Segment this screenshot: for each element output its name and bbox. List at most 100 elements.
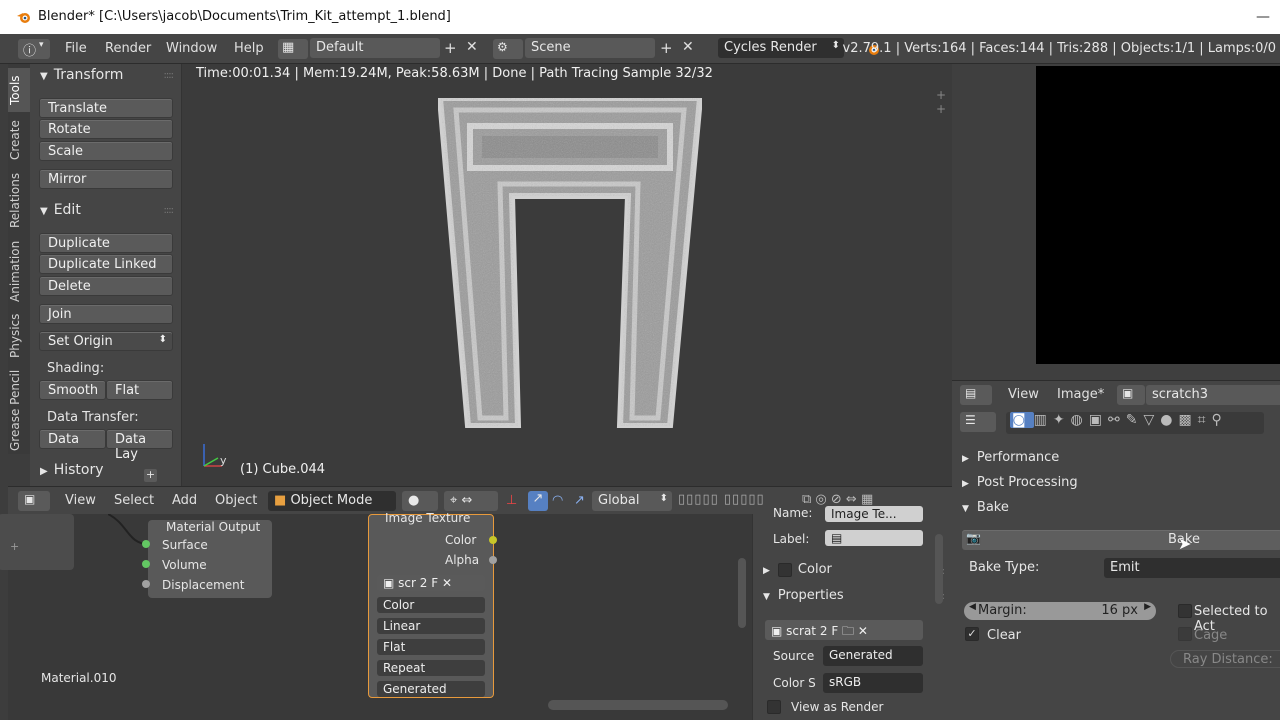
horizontal-scrollbar[interactable] — [548, 700, 728, 710]
projection-select[interactable]: Flat — [377, 639, 485, 655]
node-editor[interactable]: + Material Output Surface Volume Displac… — [0, 511, 752, 720]
interaction-mode-select[interactable]: ■ Object Mode — [268, 491, 396, 511]
add-socket-icon[interactable]: + — [10, 540, 19, 553]
scene-icon-button[interactable]: ⚙ — [493, 39, 523, 59]
smooth-button[interactable]: Smooth — [39, 380, 106, 400]
cage-checkbox[interactable] — [1178, 627, 1192, 641]
bake-button[interactable]: 📷 Bake — [962, 530, 1280, 550]
join-button[interactable]: Join — [39, 304, 173, 324]
ray-distance-field[interactable]: Ray Distance: — [1170, 650, 1280, 668]
tab-animation[interactable]: Animation — [8, 236, 30, 306]
performance-panel-header[interactable]: ▶ Performance — [962, 450, 1059, 465]
menu-help[interactable]: Help — [234, 41, 264, 56]
flat-button[interactable]: Flat — [106, 380, 173, 400]
menu-add[interactable]: Add — [172, 493, 197, 508]
color-space-select[interactable]: Color — [377, 597, 485, 613]
source-select[interactable]: Generated — [377, 681, 485, 697]
close-image-icon[interactable]: ✕ — [858, 624, 868, 638]
bake-panel-header[interactable]: ▼ Bake — [962, 500, 1009, 515]
increment-arrow-icon[interactable]: ▶ — [1144, 602, 1151, 612]
screen-layout-icon-button[interactable]: ▦ — [278, 39, 308, 59]
close-layout-icon[interactable]: ✕ — [466, 39, 478, 55]
material-output-node[interactable]: Material Output Surface Volume Displacem… — [148, 520, 272, 598]
pivot-select[interactable]: ⌖ ⇔ — [444, 491, 498, 511]
duplicate-linked-button[interactable]: Duplicate Linked — [39, 254, 173, 274]
viewport-shading-select[interactable]: ● — [402, 491, 438, 511]
menu-view[interactable]: View — [1008, 387, 1039, 402]
menu-window[interactable]: Window — [166, 41, 217, 56]
editor-type-image-button[interactable]: ▤ — [960, 385, 992, 405]
menu-file[interactable]: File — [65, 41, 87, 56]
translate-manipulator-icon[interactable]: ↗ — [528, 491, 548, 511]
close-scene-icon[interactable]: ✕ — [682, 39, 694, 55]
rotate-button[interactable]: Rotate — [39, 119, 173, 139]
vertical-scrollbar[interactable] — [738, 558, 746, 628]
displacement-socket[interactable] — [142, 580, 150, 588]
folder-icon[interactable]: 🗀 — [842, 624, 854, 638]
data-layout-button[interactable]: Data Lay — [106, 429, 173, 462]
editor-type-properties-button[interactable]: ☰ — [960, 412, 996, 432]
duplicate-button[interactable]: Duplicate — [39, 233, 173, 253]
color-space-select-props[interactable]: sRGB — [823, 673, 923, 693]
source-select-props[interactable]: Generated — [823, 646, 923, 666]
scale-button[interactable]: Scale — [39, 141, 173, 161]
manipulator-icon[interactable]: ⊥ — [506, 493, 517, 508]
tab-physics[interactable]: Physics — [8, 310, 30, 362]
image-datablock-props[interactable]: ▣ scrat 2 F 🗀 ✕ — [765, 620, 923, 640]
color-output-socket[interactable] — [489, 536, 497, 544]
color-panel-header[interactable]: ▶ Color — [763, 562, 832, 577]
decrement-arrow-icon[interactable]: ◀ — [969, 602, 976, 612]
close-image-icon[interactable]: ✕ — [442, 576, 452, 590]
tab-relations[interactable]: Relations — [8, 168, 30, 232]
add-scene-icon[interactable]: + — [660, 39, 673, 57]
editor-type-info-button[interactable]: ⓘ ▾ — [18, 39, 50, 59]
history-panel-header[interactable]: ▶ History — [40, 462, 104, 478]
node-label-field[interactable]: ▤ — [825, 530, 923, 546]
add-layout-icon[interactable]: + — [444, 39, 457, 57]
transform-panel-header[interactable]: ▼ Transform — [40, 67, 123, 83]
selected-to-active-checkbox[interactable] — [1178, 604, 1192, 618]
color-panel-checkbox[interactable] — [777, 562, 792, 577]
drag-grip-icon[interactable]: :::: — [164, 205, 175, 216]
translate-button[interactable]: Translate — [39, 98, 173, 118]
mirror-button[interactable]: Mirror — [39, 169, 173, 189]
image-name-field[interactable]: scratch3 — [1146, 385, 1280, 405]
props-scrollbar[interactable] — [935, 534, 943, 604]
image-browse-button[interactable]: ▣ — [1117, 385, 1145, 405]
rotate-manipulator-icon[interactable]: ◠ — [552, 493, 563, 508]
editor-type-3d-button[interactable]: ▣ — [18, 491, 50, 511]
node-name-field[interactable]: Image Te... — [825, 506, 923, 522]
menu-image[interactable]: Image* — [1057, 387, 1104, 402]
clear-checkbox[interactable]: ✓ — [965, 627, 979, 641]
render-engine-select[interactable]: Cycles Render ⬍ — [718, 38, 844, 58]
menu-object[interactable]: Object — [215, 493, 257, 508]
view-as-render-checkbox[interactable] — [767, 700, 781, 714]
margin-slider[interactable]: ◀ Margin: 16 px ▶ — [964, 602, 1156, 620]
surface-socket[interactable] — [142, 540, 150, 548]
bake-type-select[interactable]: Emit — [1104, 558, 1280, 578]
scale-manipulator-icon[interactable]: ↗ — [574, 493, 585, 508]
set-origin-select[interactable]: Set Origin ⬍ — [39, 331, 173, 351]
fake-user-toggle[interactable]: F — [431, 576, 438, 590]
image-texture-node[interactable]: Image Texture Color Alpha ▣ scr 2 F ✕ Co… — [368, 511, 494, 698]
3d-viewport[interactable]: Time:00:01.34 | Mem:19.24M, Peak:58.63M … — [182, 64, 952, 486]
render-tab-icon[interactable]: ◙ — [1010, 412, 1034, 428]
menu-view[interactable]: View — [65, 493, 96, 508]
add-region-icon[interactable]: + + — [936, 88, 952, 116]
drag-grip-icon[interactable]: :::: — [164, 70, 175, 81]
interpolation-select[interactable]: Linear — [377, 618, 485, 634]
add-panel-icon[interactable]: + — [144, 469, 157, 482]
fake-user-props[interactable]: F — [831, 624, 838, 638]
tab-tools[interactable]: Tools — [8, 68, 30, 112]
menu-render[interactable]: Render — [105, 41, 151, 56]
alpha-output-socket[interactable] — [489, 556, 497, 564]
properties-panel-header[interactable]: ▼ Properties — [763, 588, 844, 603]
transform-orientation-select[interactable]: Global ⬍ — [592, 491, 672, 511]
tab-create[interactable]: Create — [8, 116, 30, 164]
volume-socket[interactable] — [142, 560, 150, 568]
edit-panel-header[interactable]: ▼ Edit — [40, 202, 81, 218]
context-icons[interactable]: ▥✦◍▣⚯✎▽●▩⌗⚲ — [1034, 412, 1228, 428]
delete-button[interactable]: Delete — [39, 276, 173, 296]
data-button[interactable]: Data — [39, 429, 106, 449]
extension-select[interactable]: Repeat — [377, 660, 485, 676]
